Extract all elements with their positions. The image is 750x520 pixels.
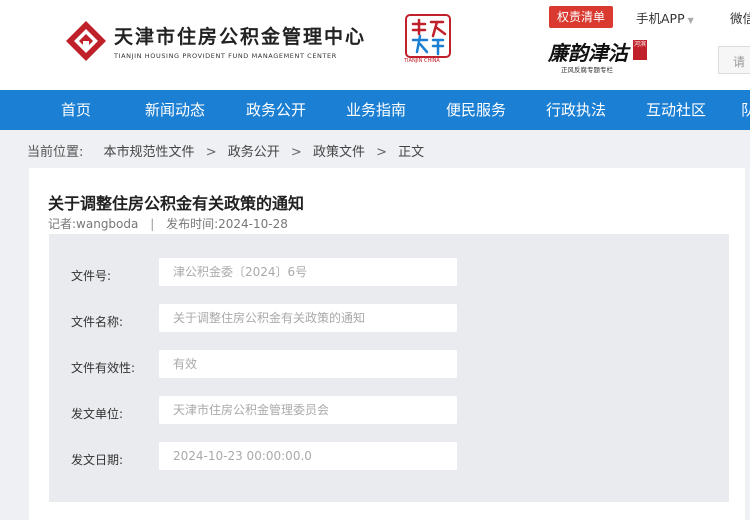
breadcrumb-item[interactable]: 政务公开 bbox=[228, 145, 280, 160]
logo-chinese-name: 天津市住房公积金管理中心 bbox=[114, 26, 367, 48]
integrity-banner-tag: 河滨 bbox=[633, 40, 647, 60]
file-validity-field: 有效 bbox=[159, 350, 457, 378]
site-header: 天津市住房公积金管理中心 TIANJIN HOUSING PROVIDENT F… bbox=[0, 0, 750, 90]
nav-item-business-guide[interactable]: 业务指南 bbox=[346, 90, 406, 130]
nav-item-government-affairs[interactable]: 政务公开 bbox=[246, 90, 306, 130]
main-nav: 首页 新闻动态 政务公开 业务指南 便民服务 行政执法 互动社区 队 bbox=[0, 90, 750, 130]
nav-item-home[interactable]: 首页 bbox=[61, 90, 91, 130]
file-number-field: 津公积金委〔2024〕6号 bbox=[159, 258, 457, 286]
mobile-app-link[interactable]: 手机APP ▼ bbox=[636, 8, 694, 27]
issue-date-field: 2024-10-23 00:00:00.0 bbox=[159, 442, 457, 470]
file-validity-label: 文件有效性: bbox=[71, 361, 136, 375]
logo-english-name: TIANJIN HOUSING PROVIDENT FUND MANAGEMEN… bbox=[114, 52, 337, 60]
file-name-field: 关于调整住房公积金有关政策的通知 bbox=[159, 304, 457, 332]
integrity-banner-subtitle: 正风反腐专题专栏 bbox=[561, 66, 613, 74]
issuing-unit-field: 天津市住房公积金管理委员会 bbox=[159, 396, 457, 424]
breadcrumb: 当前位置: 本市规范性文件 > 政务公开 > 政策文件 > 正文 bbox=[27, 141, 424, 160]
chevron-down-icon: ▼ bbox=[687, 16, 694, 25]
tianjin-seal-icon bbox=[405, 14, 451, 58]
article-title: 关于调整住房公积金有关政策的通知 bbox=[48, 194, 305, 213]
nav-item-public-service[interactable]: 便民服务 bbox=[446, 90, 506, 130]
seal-caption: TIANJIN CHINA bbox=[404, 58, 440, 64]
nav-item-law-enforcement[interactable]: 行政执法 bbox=[546, 90, 606, 130]
issue-date-label: 发文日期: bbox=[71, 453, 124, 467]
house-logo-icon[interactable] bbox=[64, 19, 108, 63]
meta-divider: | bbox=[150, 217, 155, 231]
nav-item-community[interactable]: 互动社区 bbox=[646, 90, 706, 130]
breadcrumb-separator: > bbox=[290, 145, 302, 160]
document-info-panel: 文件号: 津公积金委〔2024〕6号 文件名称: 关于调整住房公积金有关政策的通… bbox=[49, 234, 729, 502]
issuing-unit-label: 发文单位: bbox=[71, 407, 124, 421]
breadcrumb-item[interactable]: 本市规范性文件 bbox=[104, 145, 195, 160]
breadcrumb-label: 当前位置: bbox=[27, 145, 84, 160]
mobile-app-label: 手机APP bbox=[636, 11, 685, 26]
integrity-banner-title[interactable]: 廉韵津沽 bbox=[548, 37, 628, 66]
file-number-label: 文件号: bbox=[71, 269, 112, 283]
search-input[interactable]: 请 bbox=[718, 46, 750, 74]
breadcrumb-item[interactable]: 政策文件 bbox=[313, 145, 365, 160]
article-author: 记者:wangboda bbox=[48, 217, 139, 231]
article-meta: 记者:wangboda | 发布时间:2024-10-28 bbox=[48, 215, 288, 232]
power-list-button[interactable]: 权责清单 bbox=[549, 6, 613, 28]
site-logo[interactable]: 天津市住房公积金管理中心 TIANJIN HOUSING PROVIDENT F… bbox=[114, 22, 366, 60]
breadcrumb-item-current: 正文 bbox=[398, 145, 425, 160]
file-name-label: 文件名称: bbox=[71, 315, 124, 329]
wechat-link[interactable]: 微信 bbox=[730, 8, 750, 27]
article-card: 关于调整住房公积金有关政策的通知 记者:wangboda | 发布时间:2024… bbox=[29, 168, 745, 520]
breadcrumb-separator: > bbox=[376, 145, 387, 160]
breadcrumb-separator: > bbox=[205, 145, 217, 160]
nav-item-news[interactable]: 新闻动态 bbox=[145, 90, 205, 130]
article-publish-date: 发布时间:2024-10-28 bbox=[166, 217, 288, 231]
nav-item-team[interactable]: 队 bbox=[741, 90, 750, 130]
